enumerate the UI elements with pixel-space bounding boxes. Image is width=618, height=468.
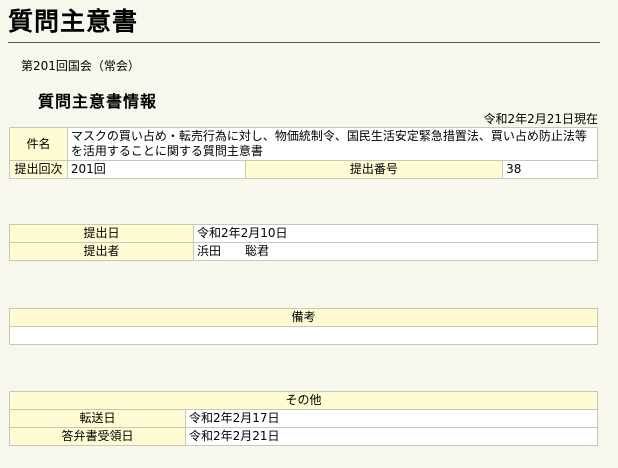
other-table: その他 転送日 令和2年2月17日 答弁書受領日 令和2年2月21日 [9,391,598,446]
session-no-value: 201回 [66,160,246,179]
page-title: 質問主意書 [8,7,139,36]
submitted-date-row: 提出日 令和2年2月10日 [9,224,598,243]
transfer-date-label: 転送日 [9,409,186,428]
transfer-date-row: 転送日 令和2年2月17日 [9,409,598,428]
submission-no-label: 提出番号 [244,160,504,179]
diet-session: 第201回国会（常会） [21,59,140,73]
submitter-label: 提出者 [9,242,194,261]
subject-label: 件名 [9,127,68,161]
session-no-label: 提出回次 [9,160,68,179]
remarks-table: 備考 [9,308,598,345]
submitted-date-label: 提出日 [9,224,194,243]
as-of-date: 令和2年2月21日現在 [483,112,598,126]
remarks-value [9,326,598,345]
submitter-row: 提出者 浜田 聡君 [9,242,598,261]
question-info-table: 件名 マスクの買い占め・転売行為に対し、物価統制令、国民生活安定緊急措置法、買い… [9,127,599,179]
remarks-header: 備考 [9,308,598,327]
submitter-value: 浜田 聡君 [193,242,598,261]
answer-received-value: 令和2年2月21日 [185,427,598,446]
submission-table: 提出日 令和2年2月10日 提出者 浜田 聡君 [9,224,598,261]
answer-received-row: 答弁書受領日 令和2年2月21日 [9,427,598,446]
answer-received-label: 答弁書受領日 [9,427,186,446]
title-divider [8,42,600,43]
transfer-date-value: 令和2年2月17日 [185,409,598,428]
subject-value: マスクの買い占め・転売行為に対し、物価統制令、国民生活安定緊急措置法、買い占め防… [66,127,599,161]
submission-no-value: 38 [502,160,598,179]
section-heading: 質問主意書情報 [38,92,158,111]
subject-row: 件名 マスクの買い占め・転売行為に対し、物価統制令、国民生活安定緊急措置法、買い… [9,127,599,161]
session-row: 提出回次 201回 提出番号 38 [9,160,598,179]
other-header: その他 [9,391,598,410]
submitted-date-value: 令和2年2月10日 [193,224,598,243]
